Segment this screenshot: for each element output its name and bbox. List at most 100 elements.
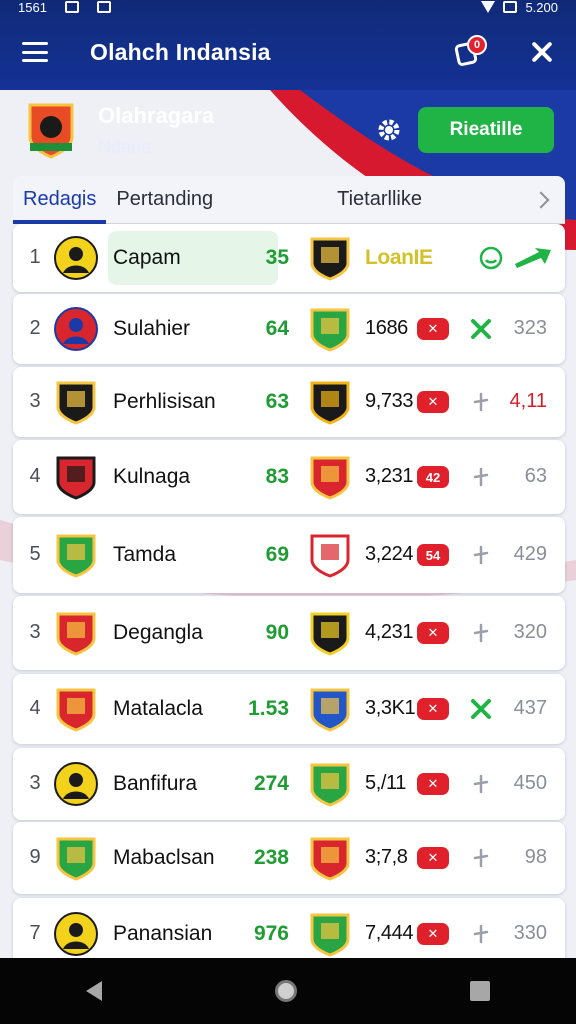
status-badge: 54 xyxy=(417,544,449,566)
profile-header: Olahragara Ndaria Rieatille xyxy=(24,98,554,162)
status-badge: ✕ xyxy=(417,847,449,869)
app-bar: Olahch Indansia 0 xyxy=(0,18,576,86)
green-shield-icon xyxy=(307,911,353,957)
team-name: Panansian xyxy=(113,922,213,945)
blue-shield-icon xyxy=(307,686,353,732)
chevron-right-icon[interactable] xyxy=(532,191,550,208)
rank: 1 xyxy=(29,246,41,268)
team-name: Matalacla xyxy=(113,697,203,720)
team-points: 83 xyxy=(265,465,289,488)
green-shield-icon xyxy=(53,835,99,881)
table-row[interactable]: 9 Mabaclsan 238 3;7,8 ✕ 98 xyxy=(13,822,565,894)
rank: 3 xyxy=(29,772,41,794)
tab-pertanding[interactable]: Pertanding xyxy=(106,176,223,224)
last-value: 437 xyxy=(513,697,547,719)
team-name: Degangla xyxy=(113,621,203,644)
table-row[interactable]: 5 Tamda 69 3,224 54 429 xyxy=(13,517,565,593)
status-badge: ✕ xyxy=(417,622,449,644)
team-points: 35 xyxy=(265,246,289,269)
plus-icon xyxy=(469,543,493,567)
last-value: 323 xyxy=(513,317,547,339)
status-badge: ✕ xyxy=(417,773,449,795)
team-points: 274 xyxy=(253,772,289,795)
menu-icon[interactable] xyxy=(22,42,48,62)
rank: 3 xyxy=(29,621,41,643)
arrow-icon xyxy=(515,248,551,268)
player-avatar-icon xyxy=(53,235,99,281)
gear-icon[interactable] xyxy=(376,117,402,143)
tab-bar: Redagis Pertanding Tietarllike xyxy=(13,176,565,224)
red-shield-icon xyxy=(307,454,353,500)
status-badge: ✕ xyxy=(417,923,449,945)
plus-icon xyxy=(469,390,493,414)
close-icon[interactable] xyxy=(530,40,554,64)
settings-icon xyxy=(64,1,79,13)
team-points: 63 xyxy=(265,390,289,413)
notification-badge: 0 xyxy=(467,35,487,55)
last-value: 320 xyxy=(513,621,547,643)
stat-value: LoanIE xyxy=(365,246,433,269)
team-points: 1.53 xyxy=(248,697,289,720)
app-title: Olahch Indansia xyxy=(90,38,271,65)
team-name: Banfifura xyxy=(113,772,198,795)
wifi-icon xyxy=(481,1,496,13)
table-row[interactable]: 2 Sulahier 64 1686 ✕ 323 xyxy=(13,294,565,364)
green-shield-icon xyxy=(307,761,353,807)
club-crest-icon xyxy=(28,103,74,159)
team-name: Sulahier xyxy=(113,317,191,340)
stat-value: 3,3K1 xyxy=(365,697,416,719)
red-striped-shield-icon xyxy=(53,686,99,732)
stat-value: 4,231 xyxy=(365,621,414,643)
stat-value: 3;7,8 xyxy=(365,846,408,868)
table-row[interactable]: 1 Capam 35 LoanIE xyxy=(13,224,565,292)
striped-shield-icon xyxy=(53,454,99,500)
home-icon[interactable] xyxy=(274,980,297,1002)
status-badge: ✕ xyxy=(417,318,449,340)
stat-value: 9,733 xyxy=(365,390,414,412)
stat-value: 7,444 xyxy=(365,922,414,944)
table-row[interactable]: 3 Banfifura 274 5,/11 ✕ 450 xyxy=(13,748,565,820)
notification-button[interactable]: 0 xyxy=(453,35,487,67)
battery-level: 5.200 xyxy=(525,0,558,15)
black-gold-shield-icon xyxy=(307,610,353,656)
team-name: Kulnaga xyxy=(113,465,191,488)
rank: 4 xyxy=(29,697,41,719)
stat-value: 3,224 xyxy=(365,543,414,565)
cta-button[interactable]: Rieatille xyxy=(418,107,554,153)
profile-subtitle: Ndaria xyxy=(98,136,152,157)
table-row[interactable]: 3 Perhlisisan 63 9,733 ✕ 4,11 xyxy=(13,367,565,437)
table-row[interactable]: 4 Matalacla 1.53 3,3K1 ✕ 437 xyxy=(13,674,565,744)
plus-icon xyxy=(469,621,493,645)
team-name: Mabaclsan xyxy=(113,846,215,869)
table-row[interactable]: 4 Kulnaga 83 3,231 42 63 xyxy=(13,440,565,514)
app-icon xyxy=(96,1,111,13)
team-points: 90 xyxy=(265,621,289,644)
cross-icon xyxy=(469,317,493,341)
last-value: 4,11 xyxy=(509,390,547,412)
black-shield-icon xyxy=(53,379,99,425)
rank: 2 xyxy=(29,317,41,339)
rank: 3 xyxy=(29,390,41,412)
cross-icon xyxy=(469,697,493,721)
team-name: Capam xyxy=(113,246,181,269)
back-icon[interactable] xyxy=(86,981,103,1001)
team-points: 238 xyxy=(253,846,289,869)
recents-icon[interactable] xyxy=(469,981,490,1001)
team-points: 69 xyxy=(265,543,289,566)
profile-name: Olahragara xyxy=(98,102,215,128)
shield-crest-icon xyxy=(307,235,353,281)
tab-redagis[interactable]: Redagis xyxy=(13,176,107,224)
red-shield-icon xyxy=(307,835,353,881)
last-value: 450 xyxy=(513,772,547,794)
stat-value: 1686 xyxy=(365,317,408,339)
green-shield-icon xyxy=(307,306,353,352)
team-points: 976 xyxy=(253,922,289,945)
rank: 7 xyxy=(29,922,41,944)
signal-icon xyxy=(503,1,518,13)
table-row[interactable]: 3 Degangla 90 4,231 ✕ 320 xyxy=(13,596,565,670)
rank: 5 xyxy=(29,543,41,565)
tab-tietarllike[interactable]: Tietarllike xyxy=(327,176,432,224)
team-name: Tamda xyxy=(113,543,177,566)
stat-value: 5,/11 xyxy=(365,772,406,794)
smile-icon xyxy=(479,246,503,270)
